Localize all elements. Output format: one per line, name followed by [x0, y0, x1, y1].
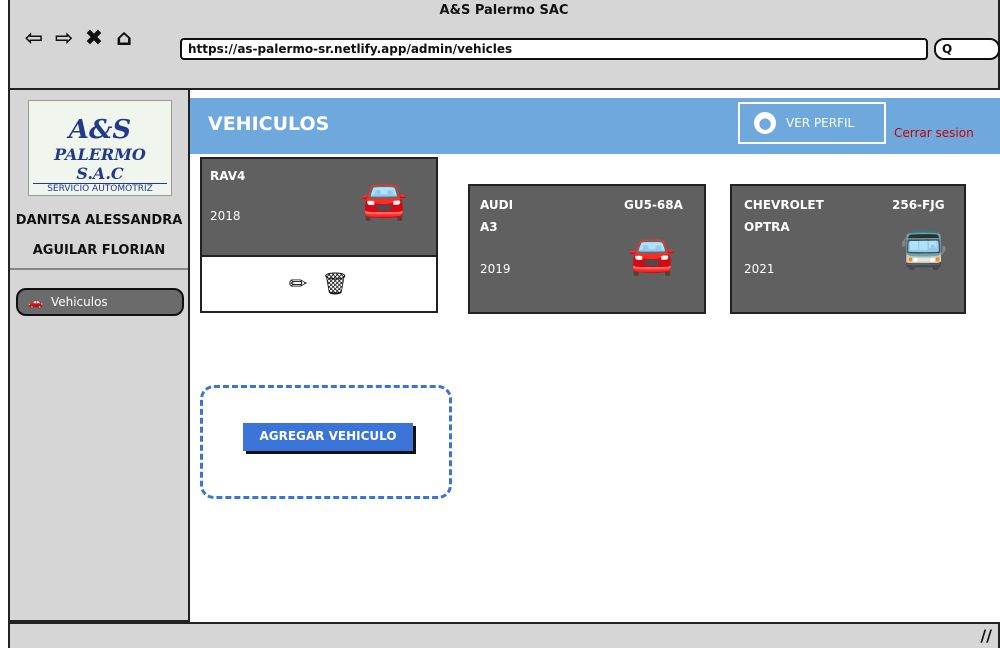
bus-icon: 🚍 [900, 227, 948, 271]
user-name: DANITSA ALESSANDRA AGUILAR FLORIAN [10, 206, 188, 266]
add-vehicle-dropzone: AGREGAR VEHICULO [200, 385, 452, 499]
page-header: VEHICULOS ● VER PERFIL Cerrar sesion [190, 98, 1000, 154]
sidebar-item-label: Vehiculos [50, 295, 108, 309]
search-box[interactable]: Q [934, 38, 1000, 60]
main-content: VEHICULOS ● VER PERFIL Cerrar sesion RAV… [190, 90, 1000, 622]
vehicle-brand: CHEVROLET [744, 198, 824, 212]
vehicle-model: OPTRA [744, 220, 790, 234]
sidebar: A&S PALERMO S.A.C SERVICIO AUTOMOTRIZ DA… [8, 90, 190, 622]
vehicle-plate: 256-FJG [892, 198, 945, 212]
vehicle-actions: ✏ 🗑 [200, 255, 438, 313]
company-logo: A&S PALERMO S.A.C SERVICIO AUTOMOTRIZ [28, 100, 172, 196]
close-icon[interactable]: ✖ [82, 27, 106, 51]
vehicle-year: 2019 [480, 262, 511, 276]
back-icon[interactable]: ⇦ [22, 27, 46, 51]
logo-name: PALERMO S.A.C [54, 145, 146, 183]
delete-icon[interactable]: 🗑 [321, 272, 349, 297]
view-profile-button[interactable]: ● VER PERFIL [738, 102, 886, 144]
resize-grip-icon[interactable]: // [980, 626, 992, 645]
vehicle-brand: RAV4 [210, 169, 246, 183]
home-icon[interactable]: ⌂ [112, 27, 136, 51]
vehicle-year: 2021 [744, 262, 775, 276]
vehicle-plate: GU5-68A [624, 198, 683, 212]
page-title: VEHICULOS [208, 113, 330, 135]
browser-footer: // [8, 622, 1000, 648]
forward-icon[interactable]: ⇨ [52, 27, 76, 51]
vehicle-card-chevrolet[interactable]: CHEVROLET 256-FJG OPTRA 2021 🚍 [730, 184, 966, 314]
browser-nav: ⇦ ⇨ ✖ ⌂ [22, 27, 136, 51]
car-icon: 🚗 [28, 295, 43, 309]
sidebar-divider [10, 268, 188, 270]
vehicle-brand: AUDI [480, 198, 514, 212]
user-name-line1: DANITSA ALESSANDRA [15, 213, 183, 228]
user-name-line2: AGUILAR FLORIAN [32, 243, 166, 258]
browser-chrome: A&S Palermo SAC ⇦ ⇨ ✖ ⌂ https://as-paler… [8, 0, 1000, 90]
car-icon: 🚘 [360, 178, 408, 222]
vehicle-card-rav4[interactable]: RAV4 2018 🚘 [200, 157, 438, 257]
edit-icon[interactable]: ✏ [289, 272, 307, 297]
sidebar-item-vehiculos[interactable]: 🚗 Vehiculos [16, 288, 184, 316]
logo-tagline: SERVICIO AUTOMOTRIZ [33, 183, 167, 194]
vehicle-year: 2018 [210, 209, 241, 223]
address-bar[interactable]: https://as-palermo-sr.netlify.app/admin/… [180, 38, 928, 60]
window-title: A&S Palermo SAC [439, 3, 569, 18]
user-icon: ● [754, 112, 776, 134]
add-vehicle-button[interactable]: AGREGAR VEHICULO [243, 423, 413, 451]
vehicle-model: A3 [480, 220, 498, 234]
view-profile-label: VER PERFIL [786, 116, 855, 130]
car-icon: 🚘 [628, 233, 676, 277]
logo-mark: A&S [68, 115, 132, 145]
logout-link[interactable]: Cerrar sesion [894, 126, 974, 140]
vehicle-card-audi[interactable]: AUDI GU5-68A A3 2019 🚘 [468, 184, 706, 314]
